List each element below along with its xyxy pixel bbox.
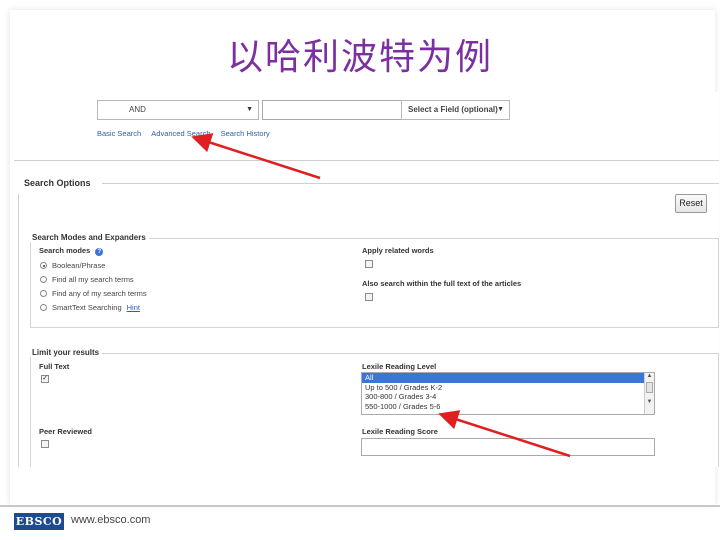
- annotation-arrows: [191, 133, 571, 458]
- arrow-to-lexile-level: [438, 410, 571, 458]
- footer-divider: [0, 505, 720, 507]
- ebsco-logo: EBSCO: [14, 513, 64, 530]
- footer-url: www.ebsco.com: [71, 514, 151, 526]
- arrow-to-advanced-search: [191, 133, 321, 180]
